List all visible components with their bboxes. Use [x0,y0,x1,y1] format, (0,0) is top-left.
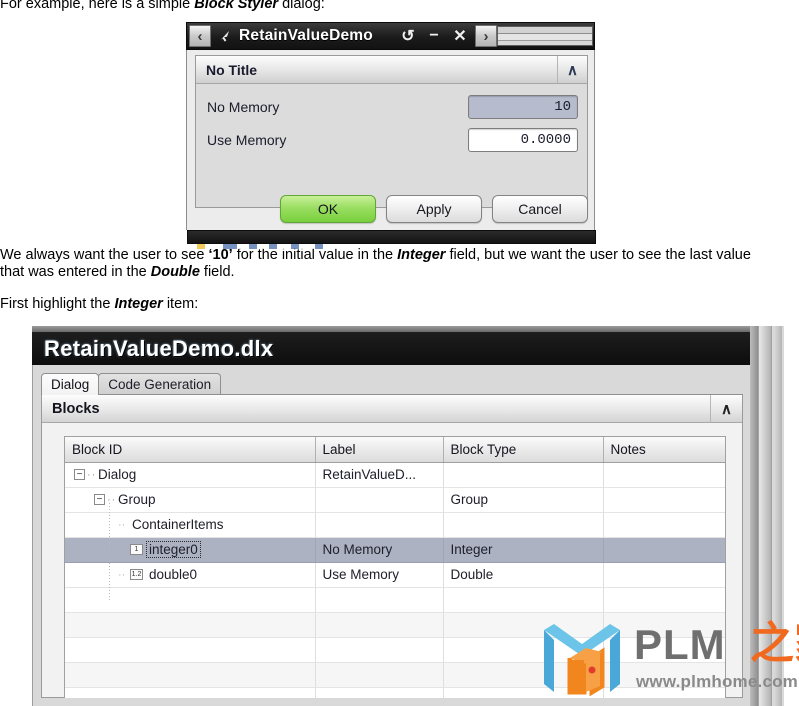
close-icon[interactable]: ✕ [447,23,473,49]
minimize-icon[interactable]: − [421,23,447,49]
plm-chinese-mark: 之家 [750,618,799,669]
tree-leaf-connector: ·· [118,543,126,556]
cell-notes [603,512,725,538]
use-memory-input[interactable]: 0.0000 [468,127,578,152]
blocks-panel-title: Blocks [52,400,100,417]
tree-expander-icon[interactable]: − [94,494,105,505]
plm-wordmark: PLM [634,621,726,668]
blocks-panel-header: Blocks ∧ [42,395,742,423]
body-paragraph-part-a: We always want the user to see [0,247,209,263]
apply-button[interactable]: Apply [386,195,482,223]
tree-node-label: ContainerItems [132,517,224,532]
column-header-label[interactable]: Label [315,437,444,463]
table-row[interactable]: ·· ContainerItems [65,512,725,538]
cell-label: RetainValueD... [315,462,444,488]
cell-notes [603,537,725,563]
instruction-part-a: First highlight the [0,296,115,312]
use-memory-label: Use Memory [207,131,287,148]
tree-guide-line [109,503,110,601]
cell-block-type [443,512,604,538]
intro-bold-term: Block Styler [194,0,279,12]
dialog-field-rows: No Memory 10 Use Memory 0.0000 [196,84,587,156]
cell-notes [603,462,725,488]
column-header-block-id[interactable]: Block ID [65,437,316,463]
ok-button[interactable]: OK [280,195,376,223]
body-paragraph-bold-integer: Integer [397,247,446,263]
tab-bar: Dialog Code Generation [41,373,222,395]
no-memory-input[interactable]: 10 [468,94,578,119]
field-row-no-memory: No Memory 10 [196,90,587,123]
body-paragraph-bold-double: Double [150,264,200,280]
instruction-part-b: item: [162,296,199,312]
cell-block-type: Double [443,562,604,588]
cancel-button[interactable]: Cancel [492,195,588,223]
tree-leaf-connector: ·· [118,568,126,581]
cell-label [315,487,444,513]
cell-notes [603,487,725,513]
dialog-footer-bar [187,230,596,244]
tree-leaf-connector: ·· [118,518,126,531]
body-paragraph: We always want the user to see ‘10’ for … [0,247,760,281]
reset-icon[interactable]: ↺ [395,23,421,49]
column-header-notes[interactable]: Notes [603,437,725,463]
cell-notes [603,562,725,588]
field-row-use-memory: Use Memory 0.0000 [196,123,587,156]
cursor-arrow-icon [211,23,237,49]
tree-node-label: Dialog [98,467,137,482]
column-header-block-type[interactable]: Block Type [443,437,604,463]
dialog-titlebar: ‹ RetainValueDemo ↺ − ✕ › [186,22,595,50]
chevron-up-icon[interactable]: ∧ [557,56,587,83]
integer-type-icon: 1 [130,544,143,555]
table-row[interactable]: ·· 1 integer0 No Memory Integer [65,537,725,563]
plm-logo-icon [544,624,620,696]
tree-expander-icon[interactable]: − [74,469,85,480]
table-row[interactable]: − ·· Group Group [65,487,725,513]
cell-label: Use Memory [315,562,444,588]
cell-block-type: Group [443,487,604,513]
cell-label [315,512,444,538]
body-paragraph-part-b: for the initial value in the [232,247,398,263]
dialog-button-bar: OK Apply Cancel [195,195,588,225]
background-window-peek [197,244,357,249]
dialog-back-button[interactable]: ‹ [189,25,211,47]
dialog-title: RetainValueDemo [239,27,373,44]
group-title: No Title [206,61,258,78]
tab-code-generation[interactable]: Code Generation [98,373,222,395]
body-paragraph-part-d: field. [199,264,235,280]
no-memory-label: No Memory [207,98,280,115]
instruction-bold-integer: Integer [114,296,163,312]
intro-paragraph: For example, here is a simple Block Styl… [0,0,760,13]
tab-dialog[interactable]: Dialog [41,373,100,395]
table-row[interactable]: − ·· Dialog RetainValueD... [65,462,725,488]
table-row[interactable] [65,587,725,613]
titlebar-grip [497,26,593,46]
body-paragraph-quote: ‘10’ [208,247,233,263]
tree-header-row: Block ID Label Block Type Notes [65,437,725,463]
group-header: No Title ∧ [196,56,587,84]
tree-node-label: integer0 [146,541,201,558]
dialog-group-panel: No Title ∧ No Memory 10 Use Memory 0.000… [195,55,588,208]
cell-block-type [443,462,604,488]
chevron-up-icon[interactable]: ∧ [710,395,742,422]
plm-url: www.plmhome.com [636,672,799,691]
dialog-body: No Title ∧ No Memory 10 Use Memory 0.000… [186,50,596,249]
tree-dot-connector: ·· [87,468,97,481]
tree-node-label: Group [118,492,156,507]
instruction-paragraph: First highlight the Integer item: [0,296,760,313]
cell-label: No Memory [315,537,444,563]
dlx-title: RetainValueDemo.dlx [44,335,274,361]
double-type-icon: 1.2 [130,569,143,580]
cell-block-type: Integer [443,537,604,563]
dlx-titlebar: RetainValueDemo.dlx [32,332,750,365]
tree-node-label: double0 [149,567,198,582]
block-styler-dialog: ‹ RetainValueDemo ↺ − ✕ › No Title ∧ No … [186,22,596,249]
dialog-forward-button[interactable]: › [475,25,497,47]
plm-watermark: PLM 之家 www.plmhome.com [540,620,799,696]
table-row[interactable]: ·· 1.2 double0 Use Memory Double [65,562,725,588]
